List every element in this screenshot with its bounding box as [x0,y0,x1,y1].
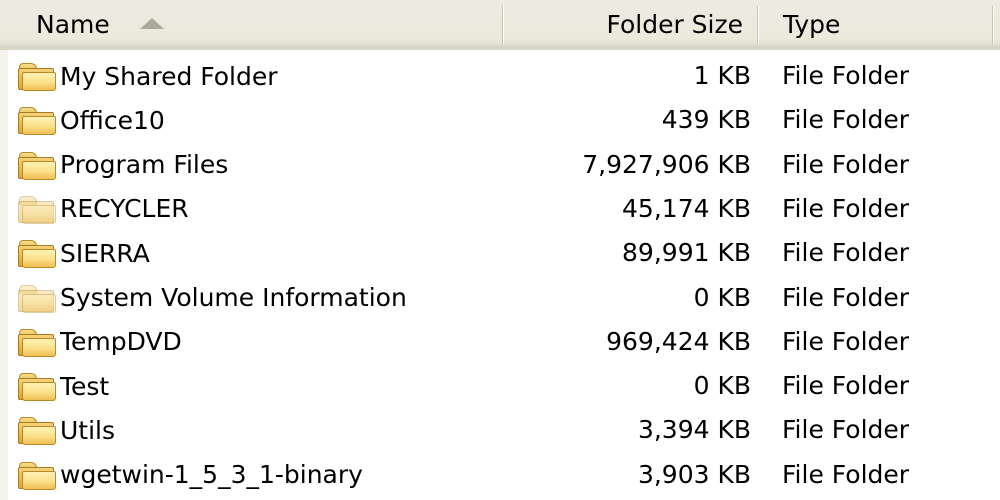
folder-icon [16,460,56,490]
file-list-view: Name Folder Size Type My Shared Folder 1 … [0,0,1000,500]
row-folder-size: 45,174 KB [622,193,751,223]
column-header-name-label: Name [36,9,110,39]
row-type: File Folder [782,61,910,90]
folder-icon [16,371,56,402]
file-list: My Shared Folder 1 KB File Folder Office10 4… [0,50,1000,500]
row-name-cell[interactable]: Office10 [16,98,165,142]
folder-icon [16,327,56,357]
row-type: File Folder [782,149,910,179]
row-folder-size: 439 KB [661,105,751,135]
row-name-cell[interactable]: Test [16,364,109,408]
row-name: SIERRA [60,238,150,268]
row-folder-size: 3,394 KB [637,415,751,445]
row-folder-size: 3,903 KB [637,459,751,489]
row-name: RECYCLER [60,194,189,224]
file-list-row[interactable]: Office10 439 KB File Folder [8,98,1000,142]
folder-icon [16,150,56,180]
row-name-cell[interactable]: System Volume Information [16,276,407,320]
row-folder-size: 969,424 KB [606,326,751,356]
row-name: Test [60,371,110,401]
file-list-row[interactable]: RECYCLER 45,174 KB File Folder [8,187,1000,231]
row-folder-size: 7,927,906 KB [582,149,751,179]
row-name-cell[interactable]: SIERRA [16,231,150,275]
folder-icon [16,238,56,269]
column-header-extra[interactable] [994,0,1000,48]
file-list-row[interactable]: Utils 3,394 KB File Folder [8,408,1000,452]
column-header-bar: Name Folder Size Type [0,0,1000,50]
row-folder-size: 0 KB [693,282,751,312]
row-name: System Volume Information [60,283,407,312]
hidden-folder-icon [16,283,56,313]
row-folder-size: 1 KB [693,61,751,90]
column-header-type-label: Type [783,9,841,39]
folder-icon [16,415,56,446]
row-type: File Folder [782,238,910,268]
file-list-row[interactable]: System Volume Information 0 KB File Folder [8,276,1000,320]
hidden-folder-icon [16,194,56,224]
row-name: Office10 [60,105,165,135]
row-name-cell[interactable]: My Shared Folder [16,54,278,98]
row-name-cell[interactable]: RECYCLER [16,187,189,231]
row-folder-size: 89,991 KB [622,238,751,268]
file-list-row[interactable]: My Shared Folder 1 KB File Folder [8,54,1000,98]
row-name: Utils [60,415,116,445]
column-header-folder-size-label: Folder Size [606,9,743,39]
row-type: File Folder [782,326,910,356]
file-list-row[interactable]: wgetwin-1_5_3_1-binary 3,903 KB File Folde… [8,453,1000,497]
row-name: wgetwin-1_5_3_1-binary [60,460,363,490]
row-folder-size: 0 KB [693,371,751,401]
row-name: My Shared Folder [60,61,278,91]
row-type: File Folder [782,282,910,312]
folder-icon [16,61,56,91]
file-list-row[interactable]: Test 0 KB File Folder [8,364,1000,408]
row-name: Program Files [60,150,229,180]
row-type: File Folder [782,371,910,401]
folder-icon [16,105,56,136]
file-list-row[interactable]: Program Files 7,927,906 KB File Folder [8,143,1000,187]
row-type: File Folder [782,193,910,223]
row-name: TempDVD [60,327,182,357]
column-header-type[interactable]: Type [759,0,992,48]
sort-ascending-icon [139,17,164,29]
row-type: File Folder [782,105,910,135]
row-name-cell[interactable]: Program Files [16,143,228,187]
column-header-name[interactable]: Name [0,0,502,48]
row-name-cell[interactable]: TempDVD [16,320,182,364]
row-type: File Folder [782,415,910,445]
file-list-row[interactable]: SIERRA 89,991 KB File Folder [8,231,1000,275]
row-name-cell[interactable]: wgetwin-1_5_3_1-binary [16,453,363,497]
row-name-cell[interactable]: Utils [16,408,115,452]
row-type: File Folder [782,459,910,489]
file-list-row[interactable]: TempDVD 969,424 KB File Folder [8,320,1000,364]
column-header-folder-size[interactable]: Folder Size [504,0,757,48]
